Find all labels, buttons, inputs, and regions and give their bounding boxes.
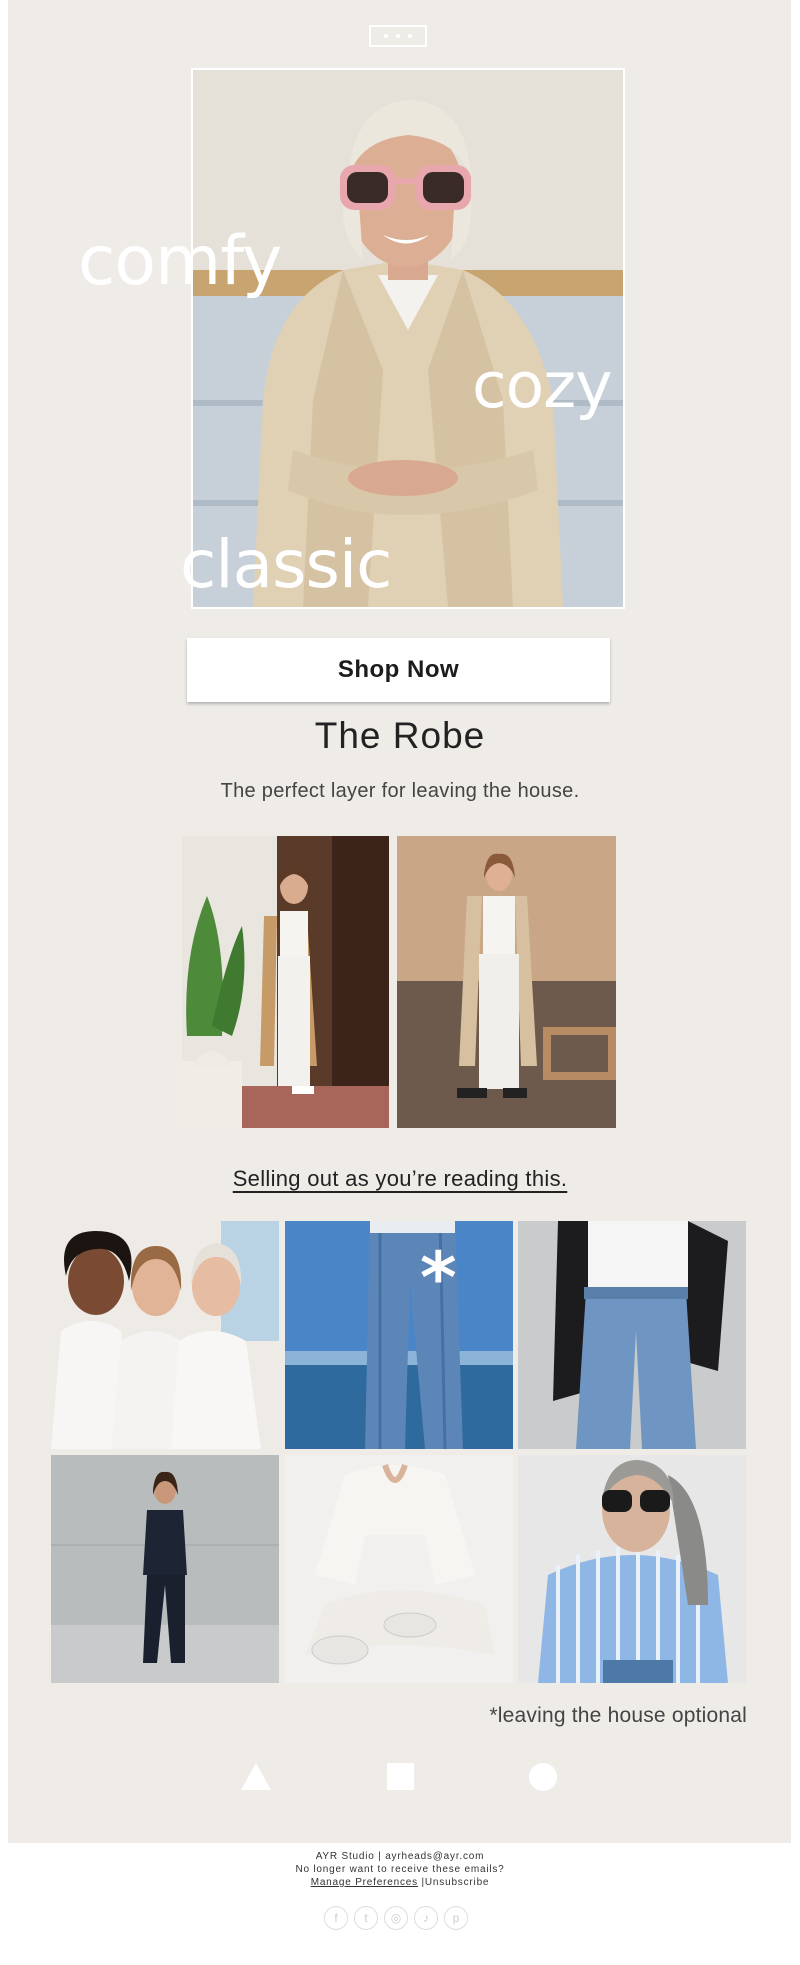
pinterest-icon[interactable]: p [444,1906,468,1930]
hero-word-comfy: comfy [78,222,282,301]
grid-photo-blazer[interactable] [518,1221,746,1449]
product-subtitle: The perfect layer for leaving the house. [220,780,580,802]
grid-photo-white-set[interactable] [285,1455,513,1683]
grid-photo-friends[interactable] [51,1221,279,1449]
product-photo-studio[interactable] [397,836,616,1128]
footer: AYR Studio | ayrheads@ayr.com No longer … [0,1850,800,1889]
triangle-icon[interactable] [241,1763,271,1791]
facebook-icon[interactable]: f [324,1906,348,1930]
logo-dot [396,34,400,38]
logo-dot [408,34,412,38]
footer-unsubscribe-prompt: No longer want to receive these emails? [295,1864,505,1875]
tumblr-icon[interactable]: t [354,1906,378,1930]
product-title: The Robe [314,715,486,756]
grid-photo-striped-shirt[interactable] [518,1455,746,1683]
footnote-text: *leaving the house optional [489,1704,747,1727]
footer-separator: | [417,1877,425,1888]
twitter-icon[interactable]: ♪ [414,1906,438,1930]
circle-icon[interactable] [529,1763,557,1791]
hero-word-cozy: cozy [472,349,613,422]
jeans-sea-illustration [285,1221,513,1449]
hero-word-classic: classic [180,526,392,603]
doorway-illustration [182,836,389,1128]
brand-logo[interactable] [369,25,427,47]
grid-photo-concrete-wall[interactable] [51,1455,279,1683]
selling-out-link[interactable]: Selling out as you’re reading this. [0,1166,800,1192]
white-set-illustration [285,1455,513,1683]
square-icon[interactable] [387,1763,414,1790]
asterisk-mark: * [420,1237,457,1319]
concrete-illustration [51,1455,279,1683]
grid-photo-jeans-sea[interactable] [285,1221,513,1449]
social-links: f t ◎ ♪ p [324,1906,468,1930]
unsubscribe-link[interactable]: Unsubscribe [425,1877,489,1888]
logo-dot [384,34,388,38]
studio-illustration [397,836,616,1128]
product-photo-doorway[interactable] [182,836,389,1128]
striped-shirt-illustration [518,1455,746,1683]
manage-preferences-link[interactable]: Manage Preferences [311,1877,418,1888]
footer-contact: AYR Studio | ayrheads@ayr.com [315,1851,485,1862]
instagram-icon[interactable]: ◎ [384,1906,408,1930]
blazer-illustration [518,1221,746,1449]
shop-now-button[interactable]: Shop Now [187,638,610,702]
friends-illustration [51,1221,279,1449]
footer-links: Manage Preferences |Unsubscribe [0,1876,800,1889]
